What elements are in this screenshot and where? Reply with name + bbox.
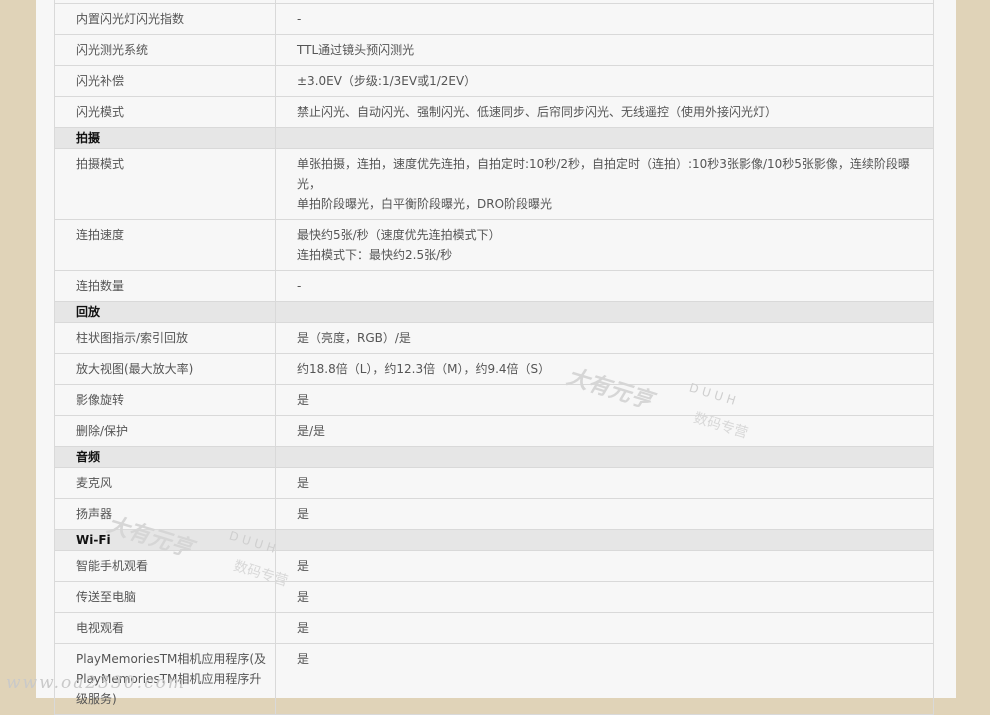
spec-value-line: 单张拍摄，连拍，速度优先连拍，自拍定时:10秒/2秒，自拍定时（连拍）:10秒3…: [297, 157, 910, 191]
section-header: Wi-Fi: [54, 529, 934, 551]
spec-value: 是/是: [275, 415, 934, 447]
spec-label: 智能手机观看: [54, 550, 276, 582]
spec-row: 柱状图指示/索引回放 是（亮度，RGB）/是: [54, 322, 934, 354]
spec-label: 传送至电脑: [54, 581, 276, 613]
spec-value: -: [275, 270, 934, 302]
spec-label: 电视观看: [54, 612, 276, 644]
spec-label: 内置闪光灯闪光指数: [54, 3, 276, 35]
section-filler: [275, 446, 934, 468]
spec-row: 闪光补偿 ±3.0EV（步级:1/3EV或1/2EV）: [54, 65, 934, 97]
spec-row: 闪光测光系统 TTL通过镜头预闪测光: [54, 34, 934, 66]
spec-value-line: 最快约5张/秒（速度优先连拍模式下）: [297, 228, 501, 242]
section-title: Wi-Fi: [54, 529, 276, 551]
spec-value: 是: [275, 467, 934, 499]
spec-table: 内置闪光灯闪光指数 - 闪光测光系统 TTL通过镜头预闪测光 闪光补偿 ±3.0EV（步级…: [54, 0, 934, 715]
spec-value-line: 连拍模式下：最快约2.5张/秒: [297, 248, 453, 262]
spec-row: 拍摄模式 单张拍摄，连拍，速度优先连拍，自拍定时:10秒/2秒，自拍定时（连拍）:…: [54, 148, 934, 220]
spec-value: 是: [275, 612, 934, 644]
spec-row: 内置闪光灯闪光指数 -: [54, 3, 934, 35]
section-filler: [275, 301, 934, 323]
spec-value: 是: [275, 581, 934, 613]
spec-value: 单张拍摄，连拍，速度优先连拍，自拍定时:10秒/2秒，自拍定时（连拍）:10秒3…: [275, 148, 934, 220]
spec-label: 麦克风: [54, 467, 276, 499]
spec-value: -: [275, 3, 934, 35]
spec-value: 是（亮度，RGB）/是: [275, 322, 934, 354]
spec-label: 影像旋转: [54, 384, 276, 416]
spec-value: 是: [275, 384, 934, 416]
spec-label: 闪光模式: [54, 96, 276, 128]
spec-value: 禁止闪光、自动闪光、强制闪光、低速同步、后帘同步闪光、无线遥控（使用外接闪光灯）: [275, 96, 934, 128]
spec-row: 传送至电脑是: [54, 581, 934, 613]
footer-url: www.oa2330.com: [6, 673, 186, 693]
spec-row: 闪光模式 禁止闪光、自动闪光、强制闪光、低速同步、后帘同步闪光、无线遥控（使用外接…: [54, 96, 934, 128]
spec-row: 影像旋转是: [54, 384, 934, 416]
spec-value: 最快约5张/秒（速度优先连拍模式下） 连拍模式下：最快约2.5张/秒: [275, 219, 934, 271]
section-filler: [275, 529, 934, 551]
spec-row: 连拍数量 -: [54, 270, 934, 302]
spec-label: 连拍数量: [54, 270, 276, 302]
spec-value: 约18.8倍（L），约12.3倍（M），约9.4倍（S）: [275, 353, 934, 385]
spec-value: 是: [275, 498, 934, 530]
spec-label: 拍摄模式: [54, 148, 276, 220]
section-header: 音频: [54, 446, 934, 468]
spec-row: 智能手机观看是: [54, 550, 934, 582]
spec-row: 麦克风是: [54, 467, 934, 499]
spec-row: 扬声器是: [54, 498, 934, 530]
spec-label: 连拍速度: [54, 219, 276, 271]
spec-row: 放大视图(最大放大率) 约18.8倍（L），约12.3倍（M），约9.4倍（S）: [54, 353, 934, 385]
spec-row: 连拍速度 最快约5张/秒（速度优先连拍模式下） 连拍模式下：最快约2.5张/秒: [54, 219, 934, 271]
spec-value-line: 单拍阶段曝光，白平衡阶段曝光，DRO阶段曝光: [297, 197, 553, 211]
spec-value: ±3.0EV（步级:1/3EV或1/2EV）: [275, 65, 934, 97]
spec-value: 是: [275, 643, 934, 715]
section-title: 拍摄: [54, 127, 276, 149]
spec-row: 删除/保护 是/是: [54, 415, 934, 447]
spec-page: 内置闪光灯闪光指数 - 闪光测光系统 TTL通过镜头预闪测光 闪光补偿 ±3.0EV（步级…: [36, 0, 956, 715]
section-header: 回放: [54, 301, 934, 323]
spec-label: 闪光测光系统: [54, 34, 276, 66]
section-title: 回放: [54, 301, 276, 323]
spec-label: 闪光补偿: [54, 65, 276, 97]
spec-label: 扬声器: [54, 498, 276, 530]
spec-row: PlayMemoriesTM相机应用程序(及PlayMemoriesTM相机应用…: [54, 643, 934, 715]
spec-label: 放大视图(最大放大率): [54, 353, 276, 385]
spec-row: 电视观看是: [54, 612, 934, 644]
section-title: 音频: [54, 446, 276, 468]
section-header: 拍摄: [54, 127, 934, 149]
section-filler: [275, 127, 934, 149]
spec-label: 柱状图指示/索引回放: [54, 322, 276, 354]
spec-value: TTL通过镜头预闪测光: [275, 34, 934, 66]
spec-label: 删除/保护: [54, 415, 276, 447]
spec-value: 是: [275, 550, 934, 582]
